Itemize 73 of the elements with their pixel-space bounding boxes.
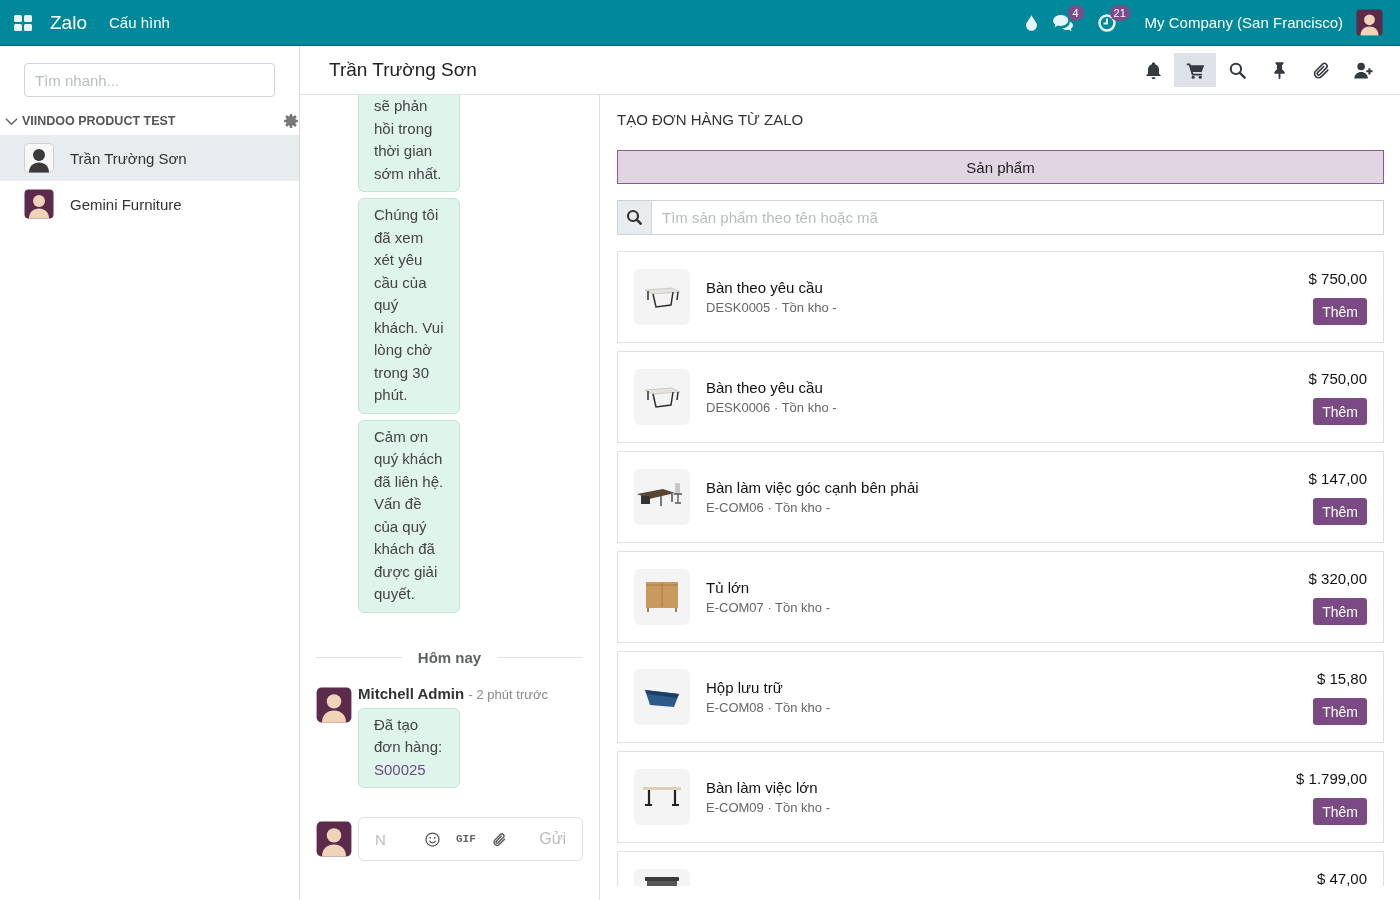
product-price: $ 147,00 <box>1308 469 1367 489</box>
product-meta: E-COM08 · Tồn kho - <box>706 698 832 717</box>
notification-badge: 4 <box>1067 5 1084 21</box>
desk-thumbnail <box>634 269 690 325</box>
add-user-icon <box>1353 60 1373 80</box>
message-input[interactable]: N <box>375 830 409 848</box>
contact-item[interactable]: Gemini Furniture <box>0 181 299 227</box>
add-button[interactable]: Thêm <box>1313 298 1367 325</box>
paperclip-icon <box>1311 60 1331 80</box>
message-bubble: Cảm ơn quý khách đã liên hệ. Vấn đề của quý khách đã được giải quyết. <box>358 419 460 613</box>
avatar <box>316 821 352 857</box>
product-meta: E-COM06 · Tồn kho - <box>706 498 832 517</box>
search-input[interactable]: Tìm nhanh... <box>24 63 275 97</box>
contact-item[interactable]: Trần Trường Sơn <box>0 135 299 181</box>
product-price: $ 320,00 <box>1308 569 1367 589</box>
chat-icon[interactable] <box>1052 14 1074 31</box>
product-name: Hộp lưu trữ <box>706 677 784 698</box>
panel-title: TẠO ĐƠN HÀNG TỪ ZALO <box>617 110 805 130</box>
avatar <box>24 189 54 219</box>
product-search-input[interactable]: Tìm sản phẩm theo tên hoặc mã <box>652 200 1384 235</box>
add-button[interactable]: Thêm <box>1313 598 1367 625</box>
emoji-icon[interactable] <box>425 831 440 847</box>
corner-desk-thumbnail <box>634 469 690 525</box>
author-name: Mitchell Admin <box>358 684 465 702</box>
product-name: Bàn theo yêu cầu <box>706 277 824 298</box>
user-avatar[interactable] <box>1356 9 1383 36</box>
menu-item[interactable]: Cấu hình <box>108 14 170 31</box>
basket-thumbnail <box>634 669 690 725</box>
message-bubble: Đã tạo đơn hàng: S00025 <box>358 707 460 788</box>
product-name: Bàn theo yêu cầu <box>706 377 824 398</box>
product-meta: DESK0005 · Tồn kho - <box>706 298 838 317</box>
clock-icon[interactable] <box>1097 13 1116 32</box>
company-switcher[interactable]: My Company (San Francisco) <box>1144 14 1343 31</box>
message-bubble: Chúng tôi đã xem xét yêu cầu của quý khách. Vui lòng chờ trong 30 phút. <box>358 198 460 414</box>
product-name: Bàn làm việc góc cạnh bên phải <box>706 477 920 498</box>
add-button[interactable]: Thêm <box>1313 798 1367 825</box>
avatar <box>24 143 54 173</box>
grid-icon[interactable] <box>14 14 32 31</box>
product-price: $ 750,00 <box>1308 369 1367 389</box>
settings-icon[interactable] <box>284 114 298 128</box>
product-meta: DESK0006 · Tồn kho - <box>706 398 838 417</box>
product-name: Bàn làm việc lớn <box>706 777 819 798</box>
add-button[interactable]: Thêm <box>1313 498 1367 525</box>
group-title: VIINDOO PRODUCT TEST <box>22 114 177 128</box>
cart-button[interactable] <box>1174 53 1216 87</box>
product-price: $ 15,80 <box>1316 669 1367 689</box>
tab[interactable]: Sản phẩm <box>617 150 1384 184</box>
date-separator: Hôm nay <box>416 649 483 666</box>
desk-thumbnail <box>634 369 690 425</box>
product-meta: E-COM07 · Tồn kho - <box>706 598 832 617</box>
thread-title: Trần Trường Sơn <box>329 59 478 81</box>
notification-badge: 21 <box>1109 4 1130 21</box>
paperclip-icon[interactable] <box>491 831 507 847</box>
avatar <box>316 686 352 723</box>
gif-button[interactable]: GIF <box>456 833 476 845</box>
add-button[interactable]: Thêm <box>1313 698 1367 725</box>
order-link[interactable]: S00025 <box>374 760 426 778</box>
search-icon <box>1227 60 1247 80</box>
product-price: $ 750,00 <box>1308 269 1367 289</box>
bell-icon <box>1143 60 1163 80</box>
large-desk-thumbnail <box>634 769 690 825</box>
message-bubble: sẽ phản hồi trong thời gian sớm nhất. <box>358 95 460 192</box>
product-name: Tủ lớn <box>706 577 751 598</box>
cabinet-thumbnail <box>634 569 690 625</box>
drop-icon[interactable] <box>1025 14 1037 31</box>
product-meta: E-COM09 · Tồn kho - <box>706 798 832 817</box>
cart-icon <box>1185 60 1205 80</box>
message-time: - 2 phút trước <box>468 686 548 702</box>
search-icon <box>617 200 652 235</box>
product-price: $ 1.799,00 <box>1296 769 1367 789</box>
app-name[interactable]: Zalo <box>50 11 87 34</box>
add-button[interactable]: Thêm <box>1313 398 1367 425</box>
product-price: $ 47,00 <box>1316 869 1367 886</box>
